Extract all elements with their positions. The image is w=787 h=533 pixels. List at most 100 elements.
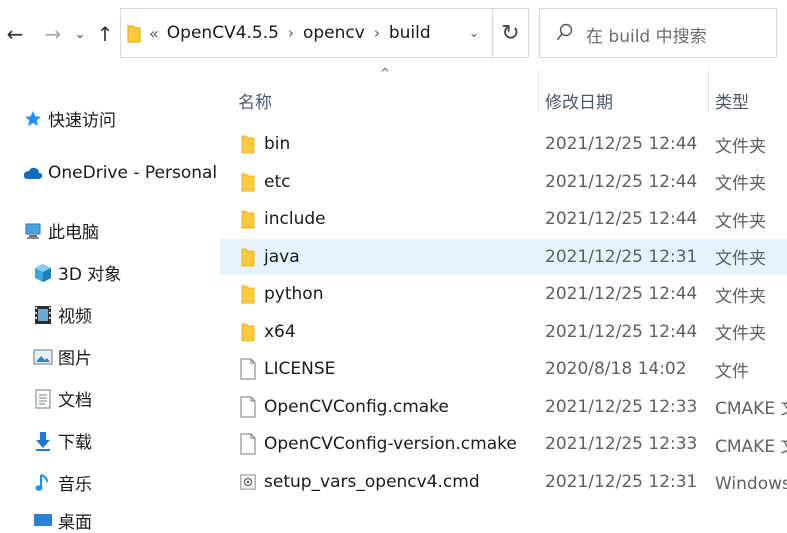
- forward-button[interactable]: →: [40, 18, 66, 50]
- file-name: x64: [264, 321, 296, 342]
- file-type: Windows 命令脚本: [715, 474, 787, 494]
- nav-item-pictures[interactable]: 图片: [32, 344, 92, 369]
- file-row[interactable]: include 2021/12/25 12:44 文件夹: [220, 201, 787, 237]
- file-row[interactable]: java 2021/12/25 12:31 文件夹: [220, 238, 787, 275]
- folder-icon: [240, 282, 256, 306]
- search-input[interactable]: 在 build 中搜索: [539, 8, 777, 58]
- file-row[interactable]: python 2021/12/25 12:44 文件夹: [220, 276, 787, 312]
- back-button[interactable]: ←: [2, 18, 28, 50]
- up-button[interactable]: ↑: [92, 18, 118, 50]
- address-bar[interactable]: « OpenCV4.5.5 › opencv › build ⌄: [120, 8, 493, 58]
- nav-item-label: 3D 对象: [58, 265, 122, 285]
- file-row[interactable]: x64 2021/12/25 12:44 文件夹: [220, 314, 787, 350]
- file-name: setup_vars_opencv4.cmd: [264, 471, 480, 492]
- file-type: 文件夹: [715, 249, 766, 269]
- downloads-icon: [32, 430, 54, 452]
- search-icon: [556, 23, 574, 47]
- column-header-name[interactable]: 名称: [238, 80, 272, 120]
- file-name: LICENSE: [264, 359, 336, 379]
- column-divider[interactable]: [708, 68, 709, 112]
- chevron-right-icon[interactable]: ›: [288, 24, 294, 42]
- file-name: OpenCVConfig.cmake: [264, 396, 449, 417]
- file-type: 文件夹: [715, 286, 766, 307]
- refresh-button[interactable]: ↻: [493, 8, 529, 58]
- folder-icon: [240, 170, 256, 194]
- star-icon: [22, 108, 44, 130]
- videos-icon: [32, 304, 54, 326]
- nav-item-music[interactable]: 音乐: [32, 470, 92, 495]
- column-header-date[interactable]: 修改日期: [545, 80, 613, 120]
- folder-icon: [240, 320, 256, 344]
- file-name: etc: [264, 171, 291, 192]
- 3d-objects-icon: [32, 262, 54, 284]
- file-name: python: [264, 284, 324, 304]
- file-type: 文件夹: [715, 174, 766, 194]
- file-type: 文件夹: [715, 324, 766, 344]
- nav-item-label: 文档: [58, 391, 92, 411]
- computer-icon: [22, 220, 44, 242]
- breadcrumb-item-opencv455[interactable]: OpenCV4.5.5: [167, 23, 279, 43]
- recent-locations-button[interactable]: ⌄: [70, 18, 90, 50]
- file-modified-date: 2021/12/25 12:44: [545, 134, 698, 154]
- file-icon: [240, 357, 256, 381]
- file-row[interactable]: OpenCVConfig-version.cmake 2021/12/25 12:…: [220, 426, 787, 462]
- documents-icon: [32, 388, 54, 410]
- navigation-toolbar: ← → ⌄ ↑ « OpenCV4.5.5 › opencv › build ⌄…: [0, 0, 787, 68]
- sort-ascending-icon: ^: [380, 66, 391, 80]
- breadcrumb-item-build[interactable]: build: [389, 23, 431, 43]
- breadcrumb-overflow[interactable]: «: [149, 24, 159, 43]
- file-modified-date: 2021/12/25 12:33: [545, 434, 698, 454]
- file-row[interactable]: setup_vars_opencv4.cmd 2021/12/25 12:31 Wi…: [220, 464, 787, 500]
- file-name: OpenCVConfig-version.cmake: [264, 434, 517, 454]
- nav-item-label: 下载: [58, 433, 92, 453]
- nav-item-label: 视频: [58, 307, 92, 327]
- search-placeholder: 在 build 中搜索: [586, 27, 707, 47]
- nav-item-this-pc[interactable]: 此电脑: [22, 218, 99, 243]
- nav-item-label: 此电脑: [48, 223, 99, 243]
- nav-item-label: 快速访问: [48, 111, 116, 131]
- file-row[interactable]: etc 2021/12/25 12:44 文件夹: [220, 164, 787, 200]
- nav-item-3d-objects[interactable]: 3D 对象: [32, 260, 121, 285]
- file-modified-date: 2021/12/25 12:44: [545, 171, 698, 192]
- file-type: 文件夹: [715, 136, 766, 157]
- file-type: CMAKE 文件: [715, 399, 787, 419]
- refresh-icon: ↻: [501, 20, 520, 46]
- folder-icon: [240, 132, 256, 156]
- file-type: CMAKE 文件: [715, 436, 787, 457]
- address-history-button[interactable]: ⌄: [464, 21, 484, 45]
- file-row[interactable]: OpenCVConfig.cmake 2021/12/25 12:33 CMAKE …: [220, 389, 787, 425]
- cloud-icon: [22, 162, 44, 184]
- file-modified-date: 2021/12/25 12:31: [545, 471, 698, 492]
- nav-item-downloads[interactable]: 下载: [32, 428, 92, 453]
- nav-item-videos[interactable]: 视频: [32, 302, 92, 327]
- file-list: ^ 名称 修改日期 类型 bin 2021/12/25 12:44 文件夹 etc 20…: [220, 66, 787, 521]
- file-name: include: [264, 209, 326, 229]
- column-header-type[interactable]: 类型: [715, 80, 749, 120]
- file-icon: [240, 395, 256, 419]
- file-modified-date: 2021/12/25 12:44: [545, 284, 698, 304]
- folder-icon: [127, 24, 141, 48]
- script-file-icon: [240, 470, 256, 494]
- file-row[interactable]: bin 2021/12/25 12:44 文件夹: [220, 126, 787, 162]
- column-divider[interactable]: [538, 68, 539, 112]
- nav-item-quick-access[interactable]: 快速访问: [22, 106, 116, 131]
- column-header-label: 名称: [238, 92, 272, 113]
- nav-item-documents[interactable]: 文档: [32, 386, 92, 411]
- music-icon: [32, 472, 54, 494]
- nav-item-label: 图片: [58, 349, 92, 369]
- breadcrumb: « OpenCV4.5.5 › opencv › build: [149, 9, 431, 57]
- folder-icon: [240, 207, 256, 231]
- nav-item-label: 音乐: [58, 475, 92, 495]
- nav-item-onedrive[interactable]: OneDrive - Personal: [22, 162, 217, 184]
- chevron-down-icon: ⌄: [468, 25, 480, 41]
- file-type: 文件: [715, 361, 749, 382]
- arrow-left-icon: ←: [6, 22, 24, 46]
- file-name: java: [264, 246, 300, 267]
- folder-icon: [240, 245, 256, 269]
- column-header-label: 类型: [715, 92, 749, 113]
- file-modified-date: 2021/12/25 12:44: [545, 321, 698, 342]
- pictures-icon: [32, 346, 54, 368]
- file-row[interactable]: LICENSE 2020/8/18 14:02 文件: [220, 351, 787, 387]
- chevron-right-icon[interactable]: ›: [374, 24, 380, 42]
- breadcrumb-item-opencv[interactable]: opencv: [303, 23, 365, 43]
